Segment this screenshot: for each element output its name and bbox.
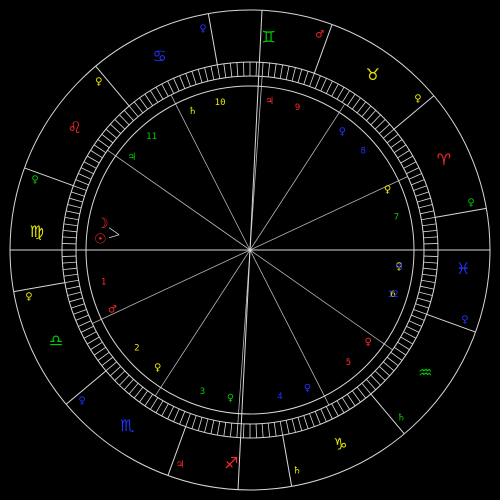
sign-aries-icon: ♈ [437,150,451,169]
house-ruler-1: ♂ [108,304,117,315]
sign-ruler-gemini: ♂ [315,30,324,41]
sign-ruler-pisces: ♀ [461,314,468,325]
sign-ruler-cancer: ♀ [199,23,206,34]
house-number-1: 1 [101,277,106,287]
sign-scorpio-icon: ♏ [120,416,134,435]
house-number-5: 5 [346,358,351,368]
house-ruler-5: ♀ [365,337,372,348]
sign-pisces-icon: ♓ [456,259,470,278]
sign-sagittarius-icon: ♐ [224,454,238,473]
sign-aquarius-icon: ♒ [418,363,432,382]
house-number-4: 4 [277,392,282,402]
house-ruler-12: ♃ [395,261,404,272]
natal-chart-wheel: ♈♉♊♋♌♍♎♏♐♑♒♓ ♀♀♂♀♀♀♀♀♃♄♄♀ 123 45678910111… [0,0,500,500]
house-number-10: 10 [215,98,226,108]
sign-leo-icon: ♌ [68,118,82,137]
house-ruler-8: ♀ [339,126,346,137]
house-ruler-9: ♃ [265,96,274,107]
house-ruler-7: ♀ [384,185,391,196]
sign-ruler-capricorn: ♄ [293,466,302,477]
sign-ruler-aquarius: ♄ [397,412,406,423]
sign-ruler-scorpio: ♀ [78,396,85,407]
sign-cancer-icon: ♋ [152,47,166,66]
planet-sun-icon: ☉ [94,232,107,248]
house-number-2: 2 [134,343,139,353]
sign-taurus-icon: ♉ [366,65,380,84]
sign-virgo-icon: ♍ [30,222,44,241]
house-number-3: 3 [200,387,205,397]
sign-ruler-sagittarius: ♃ [176,459,185,470]
house-number-9: 9 [295,103,300,113]
house-ruler-2: ♀ [154,363,161,374]
house-number-8: 8 [360,147,365,157]
house-number-11: 11 [146,132,157,142]
planet-moon-icon: ☽ [96,216,109,232]
house-ruler-11: ♃ [127,152,136,163]
sign-ruler-virgo: ♀ [31,175,38,186]
house-number-12: 12 [388,290,399,300]
house-ruler-10: ♄ [188,106,197,117]
sign-libra-icon: ♎ [49,331,63,350]
sign-ruler-leo: ♀ [95,77,102,88]
sign-ruler-libra: ♀ [25,291,32,302]
sign-gemini-icon: ♊ [261,27,275,46]
sign-capricorn-icon: ♑ [333,434,347,453]
sign-ruler-aries: ♀ [467,198,474,209]
house-ruler-3: ♀ [227,393,234,404]
sign-ruler-taurus: ♀ [414,93,421,104]
house-number-7: 7 [394,213,399,223]
house-ruler-4: ♀ [304,383,311,394]
